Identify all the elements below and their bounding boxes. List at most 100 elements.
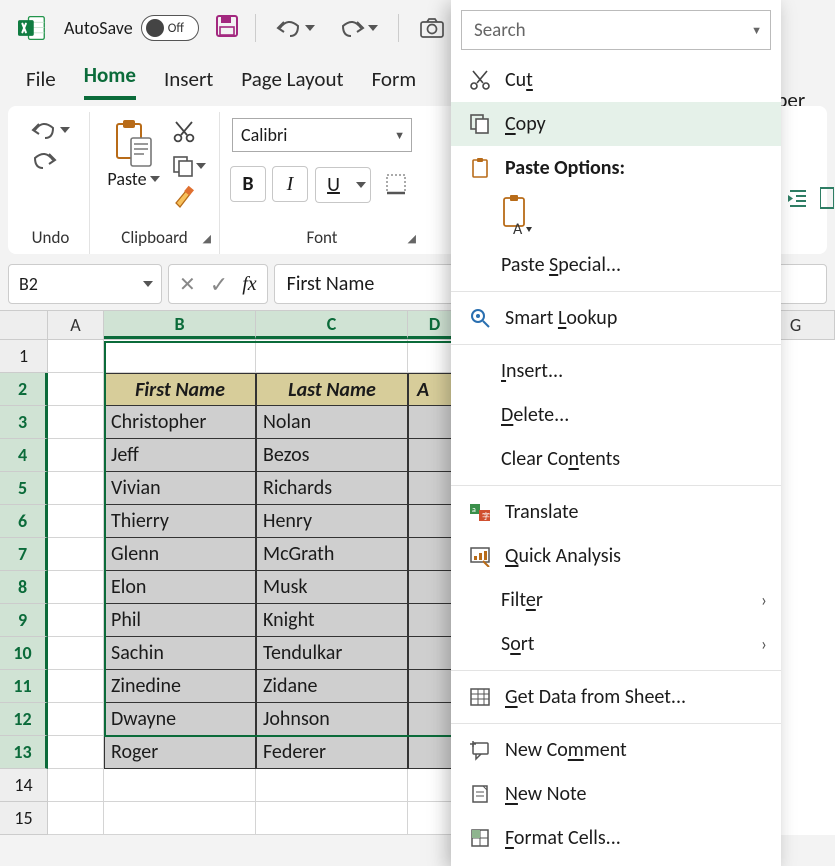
cell[interactable]	[48, 604, 104, 637]
row-header[interactable]: 5	[0, 472, 48, 505]
row-header[interactable]: 9	[0, 604, 48, 637]
cell[interactable]: Zinedine	[104, 670, 256, 703]
cell[interactable]	[48, 373, 104, 406]
menu-quick-analysis[interactable]: Quick Analysis	[451, 534, 781, 578]
name-box[interactable]: B2	[8, 264, 162, 304]
tab-page-layout[interactable]: Page Layout	[241, 66, 343, 100]
cell[interactable]: Glenn	[104, 538, 256, 571]
menu-new-comment[interactable]: New Comment	[451, 728, 781, 772]
row-header[interactable]: 3	[0, 406, 48, 439]
cell[interactable]	[48, 439, 104, 472]
italic-button[interactable]: I	[272, 166, 308, 202]
menu-delete[interactable]: Delete...	[451, 393, 781, 437]
cut-button[interactable]	[172, 120, 206, 149]
cell[interactable]: Thierry	[104, 505, 256, 538]
screenshot-button[interactable]	[415, 17, 449, 39]
cell[interactable]: Knight	[256, 604, 408, 637]
menu-sort[interactable]: Sort›	[451, 622, 781, 666]
cell[interactable]	[48, 538, 104, 571]
menu-translate[interactable]: a字 Translate	[451, 490, 781, 534]
tab-home[interactable]: Home	[84, 62, 136, 100]
row-header[interactable]: 13	[0, 736, 48, 769]
cell[interactable]	[48, 637, 104, 670]
cell[interactable]: Roger	[104, 736, 256, 769]
bold-button[interactable]: B	[230, 166, 266, 202]
autosave-toggle[interactable]: Off	[141, 15, 199, 41]
underline-dropdown[interactable]	[351, 167, 371, 203]
row-header[interactable]: 15	[0, 802, 48, 835]
paste-button[interactable]: Paste	[103, 116, 163, 214]
menu-format-cells[interactable]: Format Cells...	[451, 816, 781, 860]
border-button[interactable]	[378, 166, 414, 202]
redo-button[interactable]	[27, 150, 74, 170]
cell[interactable]: Nolan	[256, 406, 408, 439]
row-header[interactable]: 8	[0, 571, 48, 604]
undo-button[interactable]	[27, 120, 74, 140]
menu-cut[interactable]: Cut	[451, 58, 781, 102]
menu-paste-special[interactable]: Paste Special...	[451, 243, 781, 287]
cell[interactable]	[104, 340, 256, 373]
context-search[interactable]: Search ▼	[461, 10, 771, 50]
underline-button[interactable]: U	[315, 167, 351, 203]
cell[interactable]: Federer	[256, 736, 408, 769]
row-header[interactable]: 12	[0, 703, 48, 736]
increase-indent-icon[interactable]	[786, 186, 810, 210]
col-header-c[interactable]: C	[256, 311, 408, 339]
col-header-a[interactable]: A	[48, 311, 104, 339]
partial-icon[interactable]	[820, 186, 834, 210]
save-button[interactable]	[215, 14, 239, 43]
row-header[interactable]: 7	[0, 538, 48, 571]
cell[interactable]	[48, 340, 104, 373]
dialog-launcher-icon[interactable]: ◢	[203, 232, 211, 245]
row-header[interactable]: 1	[0, 340, 48, 373]
cell[interactable]	[256, 802, 408, 835]
cell[interactable]	[48, 670, 104, 703]
cell[interactable]	[48, 505, 104, 538]
cell[interactable]: First Name	[104, 373, 256, 406]
cell[interactable]	[256, 769, 408, 802]
cell[interactable]	[104, 802, 256, 835]
menu-paste-option-default[interactable]: A	[451, 190, 781, 243]
menu-new-note[interactable]: New Note	[451, 772, 781, 816]
cell[interactable]: Zidane	[256, 670, 408, 703]
cell[interactable]: McGrath	[256, 538, 408, 571]
autosave-control[interactable]: AutoSave Off	[64, 15, 199, 41]
col-header-b[interactable]: B	[104, 311, 256, 339]
cancel-icon[interactable]: ✕	[179, 272, 196, 297]
cell[interactable]	[48, 571, 104, 604]
cell[interactable]: Henry	[256, 505, 408, 538]
cell[interactable]: Phil	[104, 604, 256, 637]
row-header[interactable]: 6	[0, 505, 48, 538]
undo-button[interactable]	[272, 18, 319, 38]
cell[interactable]	[48, 472, 104, 505]
menu-clear-contents[interactable]: Clear Contents	[451, 437, 781, 481]
redo-button[interactable]	[335, 18, 382, 38]
cell[interactable]: Tendulkar	[256, 637, 408, 670]
row-header[interactable]: 4	[0, 439, 48, 472]
cell[interactable]: Musk	[256, 571, 408, 604]
cell[interactable]: Last Name	[256, 373, 408, 406]
tab-file[interactable]: File	[26, 66, 56, 100]
row-header[interactable]: 14	[0, 769, 48, 802]
tab-formulas-partial[interactable]: Form	[372, 66, 417, 100]
menu-copy[interactable]: Copy	[451, 102, 781, 146]
check-icon[interactable]: ✓	[210, 271, 228, 298]
cell[interactable]	[48, 769, 104, 802]
cell[interactable]: Jeff	[104, 439, 256, 472]
cell[interactable]: Bezos	[256, 439, 408, 472]
cell[interactable]	[48, 736, 104, 769]
cell[interactable]: Christopher	[104, 406, 256, 439]
cell[interactable]	[256, 340, 408, 373]
cell[interactable]: Vivian	[104, 472, 256, 505]
cell[interactable]	[48, 703, 104, 736]
select-all-corner[interactable]	[0, 311, 48, 339]
cell[interactable]	[48, 406, 104, 439]
tab-insert[interactable]: Insert	[164, 66, 213, 100]
fx-icon[interactable]: fx	[242, 273, 256, 296]
menu-filter[interactable]: Filter›	[451, 578, 781, 622]
row-header[interactable]: 11	[0, 670, 48, 703]
font-name-selector[interactable]: Calibri ▼	[232, 118, 412, 152]
format-painter-button[interactable]	[172, 183, 206, 214]
cell[interactable]: Sachin	[104, 637, 256, 670]
menu-insert[interactable]: Insert...	[451, 349, 781, 393]
